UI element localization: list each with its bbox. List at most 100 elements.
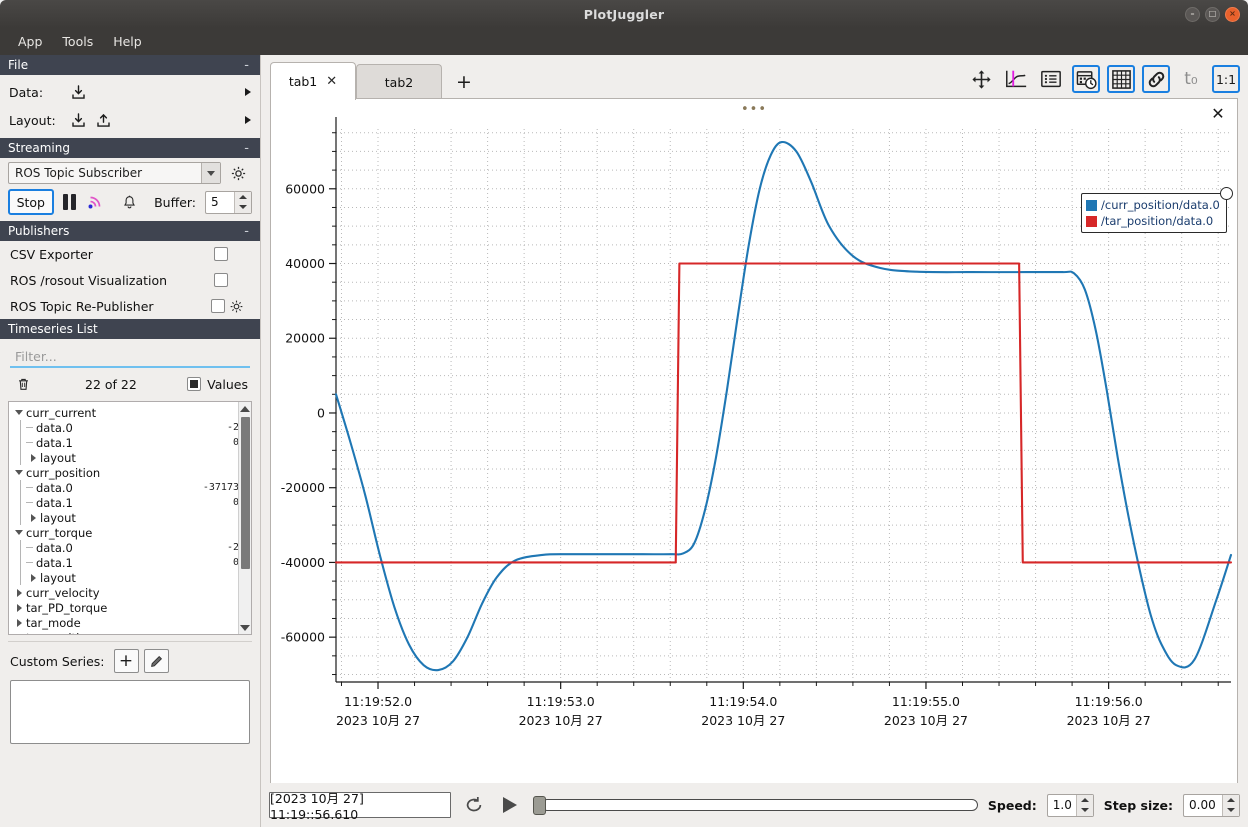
chevron-right-icon[interactable] <box>12 633 26 634</box>
tree-item[interactable]: layout <box>12 510 251 525</box>
chevron-right-icon[interactable] <box>12 603 26 612</box>
chevron-right-icon[interactable] <box>26 453 40 462</box>
publisher-checkbox[interactable] <box>214 247 228 261</box>
legend-item-tar-position[interactable]: /tar_position/data.0 <box>1086 213 1220 229</box>
step-size-stepper-buttons[interactable] <box>1222 794 1239 816</box>
signal-icon[interactable] <box>85 192 107 212</box>
tree-item[interactable]: curr_velocity <box>12 585 251 600</box>
buffer-value[interactable]: 5 <box>206 192 234 213</box>
tree-item[interactable]: tar_position <box>12 630 251 634</box>
grid-icon[interactable] <box>1107 65 1135 93</box>
tab-tab2[interactable]: tab2 <box>356 64 442 100</box>
speed-increase-button[interactable] <box>1077 795 1093 806</box>
tree-scrollbar[interactable] <box>238 402 251 634</box>
streaming-gear-icon[interactable] <box>227 163 249 183</box>
link-icon[interactable] <box>1142 65 1170 93</box>
layout-save-icon[interactable] <box>92 110 114 130</box>
menu-help[interactable]: Help <box>105 31 150 52</box>
section-streaming[interactable]: Streaming - <box>0 138 260 158</box>
slider-track[interactable] <box>541 799 978 811</box>
scroll-down-icon[interactable] <box>240 621 250 634</box>
add-tab-button[interactable]: + <box>442 64 486 100</box>
tree-item[interactable]: data.0 -2 <box>12 540 251 555</box>
section-publishers[interactable]: Publishers - <box>0 221 260 241</box>
speed-stepper-buttons[interactable] <box>1075 794 1093 816</box>
data-load-icon[interactable] <box>67 82 89 102</box>
one-to-one-icon[interactable]: 1:1 <box>1212 65 1240 93</box>
chevron-right-icon[interactable] <box>12 588 26 597</box>
values-checkbox[interactable] <box>187 377 202 391</box>
custom-series-add-button[interactable]: + <box>113 649 139 673</box>
chevron-down-icon[interactable] <box>12 530 26 535</box>
scroll-up-icon[interactable] <box>240 402 250 415</box>
section-streaming-collapse[interactable]: - <box>244 141 252 156</box>
layout-load-icon[interactable] <box>67 110 89 130</box>
layout-menu-arrow[interactable] <box>245 116 251 124</box>
step-size-value[interactable]: 0.00 <box>1184 795 1222 816</box>
publisher-checkbox[interactable] <box>214 273 228 287</box>
step-decrease-button[interactable] <box>1223 805 1239 816</box>
tree-item[interactable]: curr_torque <box>12 525 251 540</box>
stop-button[interactable]: Stop <box>8 189 54 215</box>
publisher-row-topic-republisher[interactable]: ROS Topic Re-Publisher <box>0 293 260 319</box>
tree-item[interactable]: data.1 0 <box>12 495 251 510</box>
section-file[interactable]: File - <box>0 55 260 75</box>
section-timeseries-list[interactable]: Timeseries List <box>0 319 260 339</box>
layout-row[interactable]: Layout: <box>0 106 260 134</box>
bell-icon[interactable] <box>118 192 140 212</box>
data-menu-arrow[interactable] <box>245 88 251 96</box>
speed-value[interactable]: 1.0 <box>1048 795 1076 816</box>
chevron-right-icon[interactable] <box>26 513 40 522</box>
playback-slider[interactable] <box>533 794 978 816</box>
tree-item[interactable]: data.1 0 <box>12 435 251 450</box>
speed-stepper[interactable]: 1.0 <box>1046 793 1094 817</box>
tree-item[interactable]: layout <box>12 450 251 465</box>
buffer-stepper[interactable]: 5 <box>205 190 253 214</box>
pause-icon[interactable] <box>62 194 76 210</box>
tree-item[interactable]: layout <box>12 570 251 585</box>
tab-tab1[interactable]: tab1 ✕ <box>270 62 356 100</box>
tree-item[interactable]: tar_PD_torque <box>12 600 251 615</box>
publisher-row-csv-exporter[interactable]: CSV Exporter <box>0 241 260 267</box>
tree-item[interactable]: data.1 0 <box>12 555 251 570</box>
legend-resize-handle[interactable] <box>1219 187 1233 200</box>
custom-series-list[interactable] <box>10 680 250 744</box>
plot-pane[interactable]: ••• ✕ 60000 40000 20000 0 -20000 -40000 -60000… <box>270 98 1238 785</box>
scroll-thumb[interactable] <box>240 417 250 569</box>
data-row[interactable]: Data: <box>0 78 260 106</box>
loop-icon[interactable] <box>461 792 487 818</box>
legend-item-curr-position[interactable]: /curr_position/data.0 <box>1086 197 1220 213</box>
chevron-right-icon[interactable] <box>26 573 40 582</box>
list-icon[interactable] <box>1037 65 1065 93</box>
chevron-right-icon[interactable] <box>12 618 26 627</box>
datetime-icon[interactable] <box>1072 65 1100 93</box>
buffer-stepper-buttons[interactable] <box>234 191 252 213</box>
speed-decrease-button[interactable] <box>1077 805 1093 816</box>
chevron-down-icon[interactable] <box>201 163 220 183</box>
publisher-row-rosout-visualization[interactable]: ROS /rosout Visualization <box>0 267 260 293</box>
trash-icon[interactable] <box>12 374 34 394</box>
section-file-collapse[interactable]: - <box>244 58 252 73</box>
buffer-increase-button[interactable] <box>235 192 251 203</box>
chevron-down-icon[interactable] <box>12 470 26 475</box>
maximize-button[interactable]: □ <box>1205 6 1220 22</box>
play-button[interactable] <box>497 792 523 818</box>
slider-thumb[interactable] <box>533 795 546 815</box>
section-publishers-collapse[interactable]: - <box>244 224 252 239</box>
buffer-decrease-button[interactable] <box>235 202 251 213</box>
chevron-down-icon[interactable] <box>12 410 26 415</box>
streaming-source-select[interactable]: ROS Topic Subscriber <box>8 162 221 184</box>
playback-timestamp[interactable]: [2023 10月 27] 11:19::56.610 <box>269 791 451 822</box>
tree-item[interactable]: data.0 -2 <box>12 420 251 435</box>
minimize-button[interactable]: – <box>1185 6 1200 22</box>
close-button[interactable]: × <box>1225 6 1240 22</box>
publisher-checkbox[interactable] <box>211 299 225 313</box>
pan-move-icon[interactable] <box>967 65 995 93</box>
filter-input[interactable] <box>10 347 250 368</box>
menu-app[interactable]: App <box>10 31 50 52</box>
custom-series-edit-button[interactable] <box>143 649 169 673</box>
tree-item[interactable]: curr_position <box>12 465 251 480</box>
timeseries-tree[interactable]: curr_current data.0 -2 data.1 0 layout curr_po… <box>8 401 252 635</box>
tree-item[interactable]: curr_current <box>12 405 251 420</box>
tree-item[interactable]: data.0 -37173 <box>12 480 251 495</box>
